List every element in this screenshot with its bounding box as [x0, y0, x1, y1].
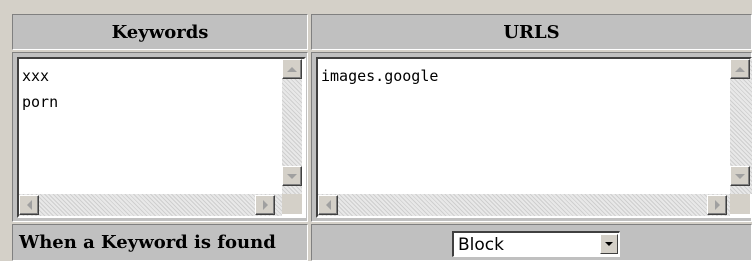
keywords-scroll-corner	[282, 194, 302, 214]
urls-header: URLS	[311, 14, 752, 50]
keywords-header-label: Keywords	[111, 21, 209, 43]
arrow-down-icon	[287, 173, 297, 179]
arrow-right-icon	[714, 200, 720, 210]
keywords-textarea-content: xxx porn	[22, 67, 59, 111]
keywords-header: Keywords	[12, 14, 308, 50]
action-select-value: Block	[458, 235, 504, 255]
urls-scroll-right-button[interactable]	[707, 195, 727, 215]
keywords-horizontal-scrollbar[interactable]	[19, 194, 282, 216]
action-label: When a Keyword is found	[19, 232, 276, 253]
arrow-up-icon	[735, 66, 745, 72]
urls-textarea[interactable]: images.google	[316, 57, 752, 218]
action-select[interactable]: Block	[452, 231, 620, 257]
urls-scroll-corner	[730, 194, 750, 214]
arrow-right-icon	[262, 200, 268, 210]
keywords-scroll-right-button[interactable]	[255, 195, 275, 215]
urls-scroll-left-button[interactable]	[318, 195, 338, 215]
arrow-left-icon	[325, 200, 331, 210]
keywords-scroll-down-button[interactable]	[282, 166, 302, 186]
keywords-scroll-left-button[interactable]	[19, 195, 39, 215]
keywords-textarea[interactable]: xxx porn	[17, 57, 306, 218]
chevron-down-icon	[605, 242, 613, 246]
arrow-left-icon	[26, 200, 32, 210]
arrow-down-icon	[735, 173, 745, 179]
urls-header-label: URLS	[503, 21, 560, 43]
action-select-dropdown-button[interactable]	[600, 234, 618, 254]
urls-scroll-up-button[interactable]	[730, 59, 750, 79]
action-label-cell: When a Keyword is found	[12, 224, 308, 261]
urls-textarea-content: images.google	[321, 67, 439, 85]
arrow-up-icon	[287, 66, 297, 72]
urls-scroll-down-button[interactable]	[730, 166, 750, 186]
keywords-scroll-up-button[interactable]	[282, 59, 302, 79]
urls-horizontal-scrollbar[interactable]	[318, 194, 730, 216]
